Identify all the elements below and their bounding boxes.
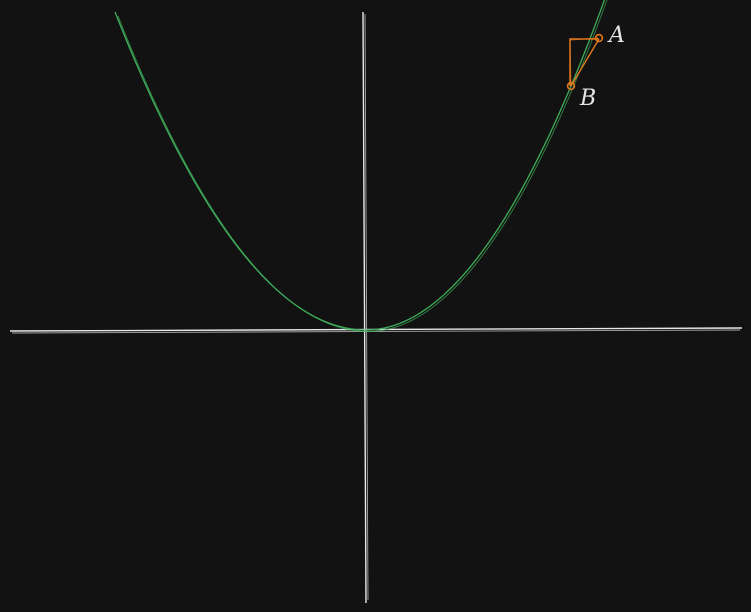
point-a[interactable]: A	[594, 23, 625, 48]
drawing-canvas[interactable]: A B	[0, 0, 751, 612]
whiteboard-svg: A B	[9, 0, 743, 604]
y-axis	[362, 11, 369, 604]
point-a-label: A	[607, 23, 625, 48]
point-b-label: B	[579, 86, 596, 111]
point-b[interactable]: B	[566, 81, 597, 111]
